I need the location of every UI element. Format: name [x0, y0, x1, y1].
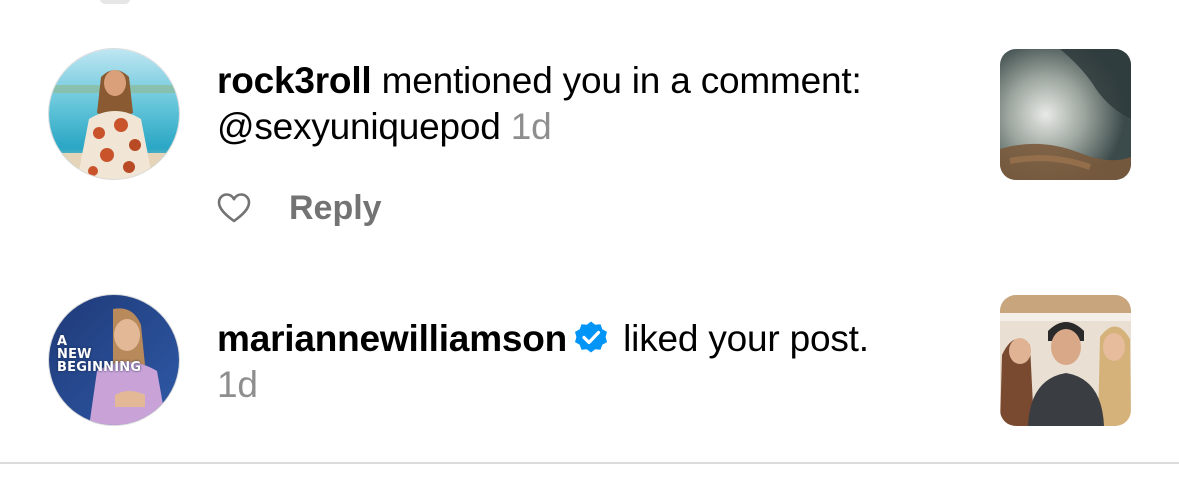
- timestamp: 1d: [217, 364, 258, 405]
- reply-button[interactable]: Reply: [289, 189, 382, 228]
- notification-text: rock3roll mentioned you in a comment: @s…: [217, 58, 917, 150]
- username[interactable]: mariannewilliamson: [217, 318, 567, 359]
- notification-item[interactable]: rock3roll mentioned you in a comment: @s…: [0, 0, 1179, 260]
- notification-item[interactable]: A NEW BEGINNING mariannewilliamson liked…: [0, 260, 1179, 460]
- avatar[interactable]: A NEW BEGINNING: [48, 294, 180, 426]
- notification-message: liked your post.: [613, 318, 869, 359]
- verified-badge-icon: [573, 320, 609, 356]
- avatar-caption: A NEW BEGINNING: [57, 334, 142, 375]
- notification-text: mariannewilliamson liked your post. 1d: [217, 316, 917, 408]
- timestamp: 1d: [510, 106, 552, 147]
- post-thumbnail[interactable]: [1000, 295, 1131, 426]
- divider: [0, 462, 1179, 464]
- heart-outline-icon[interactable]: [217, 192, 251, 224]
- notification-actions: Reply: [217, 188, 382, 228]
- post-thumbnail[interactable]: [1000, 49, 1131, 180]
- username[interactable]: rock3roll: [217, 60, 372, 101]
- avatar[interactable]: [48, 48, 180, 180]
